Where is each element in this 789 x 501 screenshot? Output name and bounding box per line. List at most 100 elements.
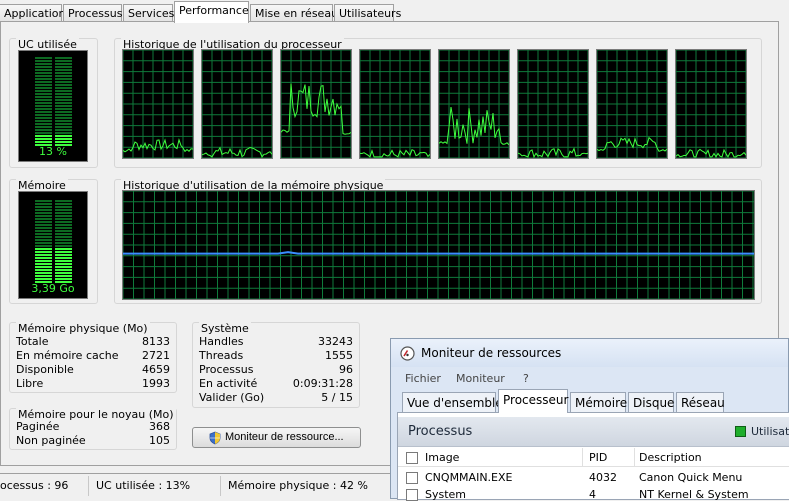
meter-segment (55, 239, 72, 241)
meter-segment (35, 212, 52, 214)
stat-label: En activité (199, 377, 258, 390)
process-image: System (425, 488, 467, 501)
column-image[interactable]: Image (425, 451, 459, 464)
resource-monitor-window: Moniteur de ressources Fichier Moniteur … (390, 338, 789, 501)
rm-tab-label: Vue d'ensemble (407, 396, 503, 410)
tab-performance[interactable]: Performance (174, 1, 249, 23)
rm-tab-memory[interactable]: Mémoire (570, 392, 627, 412)
meter-segment (55, 138, 72, 140)
meter-segment (35, 266, 52, 268)
stat-value: 8133 (142, 335, 170, 348)
usage-label: Utilisati (751, 425, 789, 438)
resource-monitor-button[interactable]: Moniteur de ressource... (192, 427, 361, 448)
cpu-core-graph (596, 49, 668, 159)
stat-value: 1993 (142, 377, 170, 390)
tab-services[interactable]: Services (123, 4, 174, 22)
column-description[interactable]: Description (639, 451, 702, 464)
stat-value: 368 (149, 420, 170, 433)
status-processes: ocessus : 96 (0, 479, 69, 492)
cpu-core-graph (122, 49, 194, 159)
menu-fichier[interactable]: Fichier (405, 372, 441, 385)
meter-segment (35, 126, 52, 128)
meter-segment (35, 102, 52, 104)
meter-segment (35, 215, 52, 217)
rm-tab-overview[interactable]: Vue d'ensemble (402, 392, 503, 412)
stat-value: 5 / 15 (321, 391, 353, 404)
menu-help[interactable]: ? (523, 372, 529, 385)
meter-segment (35, 218, 52, 220)
system-title: Système (199, 322, 251, 335)
rm-tab-processor[interactable]: Processeur (498, 389, 568, 413)
stat-label: Libre (16, 377, 44, 390)
process-pid: 4032 (589, 471, 617, 484)
stat-label: Valider (Go) (199, 391, 265, 404)
process-description: Canon Quick Menu (639, 471, 743, 484)
meter-segment (35, 221, 52, 223)
tab-applications[interactable]: Applications (0, 4, 71, 22)
row-checkbox[interactable] (406, 489, 418, 501)
stat-value: 2721 (142, 349, 170, 362)
rm-title-bar[interactable]: Moniteur de ressources (391, 339, 788, 367)
meter-segment (55, 248, 72, 250)
cpu-history-group: Historique de l'utilisation du processeu… (114, 38, 762, 168)
tab-processus[interactable]: Processus (63, 4, 122, 22)
meter-segment (35, 236, 52, 238)
column-pid[interactable]: PID (589, 451, 607, 464)
tab-mise-en-reseau[interactable]: Mise en réseau (250, 4, 338, 22)
meter-segment (35, 209, 52, 211)
stat-value: 0:09:31:28 (292, 377, 353, 390)
memory-group: Mémoire 3,39 Go (9, 179, 98, 304)
status-separator (88, 476, 89, 496)
processes-table-header: Image PID Description (398, 448, 789, 467)
status-separator (220, 476, 221, 496)
cpu-core-graph (438, 49, 510, 159)
meter-segment (35, 224, 52, 226)
rm-tab-disk[interactable]: Disque (628, 392, 674, 412)
cpu-core-graph (201, 49, 273, 159)
meter-segment (35, 120, 52, 122)
meter-segment (35, 114, 52, 116)
meter-segment (35, 63, 52, 65)
meter-segment (35, 111, 52, 113)
meter-segment (35, 242, 52, 244)
meter-segment (55, 93, 72, 95)
meter-segment (35, 135, 52, 137)
select-all-checkbox[interactable] (406, 452, 418, 464)
cpu-meter-bars (35, 57, 72, 146)
meter-segment (55, 206, 72, 208)
menu-moniteur[interactable]: Moniteur (456, 372, 505, 385)
meter-segment (55, 230, 72, 232)
meter-segment (55, 251, 72, 253)
stat-value: 1555 (325, 349, 353, 362)
meter-segment (55, 215, 72, 217)
table-row[interactable]: CNQMMAIN.EXE 4032 Canon Quick Menu (398, 469, 789, 486)
meter-segment (35, 200, 52, 202)
processes-section-title: Processus (408, 424, 473, 439)
meter-segment (55, 224, 72, 226)
cpu-core-graph (280, 49, 352, 159)
meter-segment (55, 266, 72, 268)
memory-value: 3,39 Go (31, 282, 75, 295)
meter-segment (55, 105, 72, 107)
meter-segment (55, 278, 72, 280)
stat-row: En mémoire cache 2721 (16, 349, 170, 363)
rm-tab-network[interactable]: Réseau (676, 392, 725, 412)
meter-segment (55, 227, 72, 229)
meter-segment (55, 272, 72, 274)
meter-segment (35, 203, 52, 205)
tab-label: Mise en réseau (255, 7, 339, 20)
processes-section-header[interactable]: Processus Utilisati (398, 417, 789, 447)
meter-segment (35, 233, 52, 235)
tab-bar: Applications Processus Services Performa… (0, 0, 789, 23)
shield-icon (209, 431, 221, 445)
tab-utilisateurs[interactable]: Utilisateurs (334, 4, 401, 22)
rm-tab-label: Réseau (681, 396, 725, 410)
resource-monitor-button-label: Moniteur de ressource... (225, 431, 344, 443)
rm-menu-bar: Fichier Moniteur ? (397, 369, 788, 389)
meter-segment (55, 90, 72, 92)
system-group: Système Handles 33243 Threads 1555 Process… (192, 322, 360, 408)
stat-row: Disponible 4659 (16, 363, 170, 377)
row-checkbox[interactable] (406, 472, 418, 484)
cpu-core-graph (359, 49, 431, 159)
meter-segment (35, 263, 52, 265)
